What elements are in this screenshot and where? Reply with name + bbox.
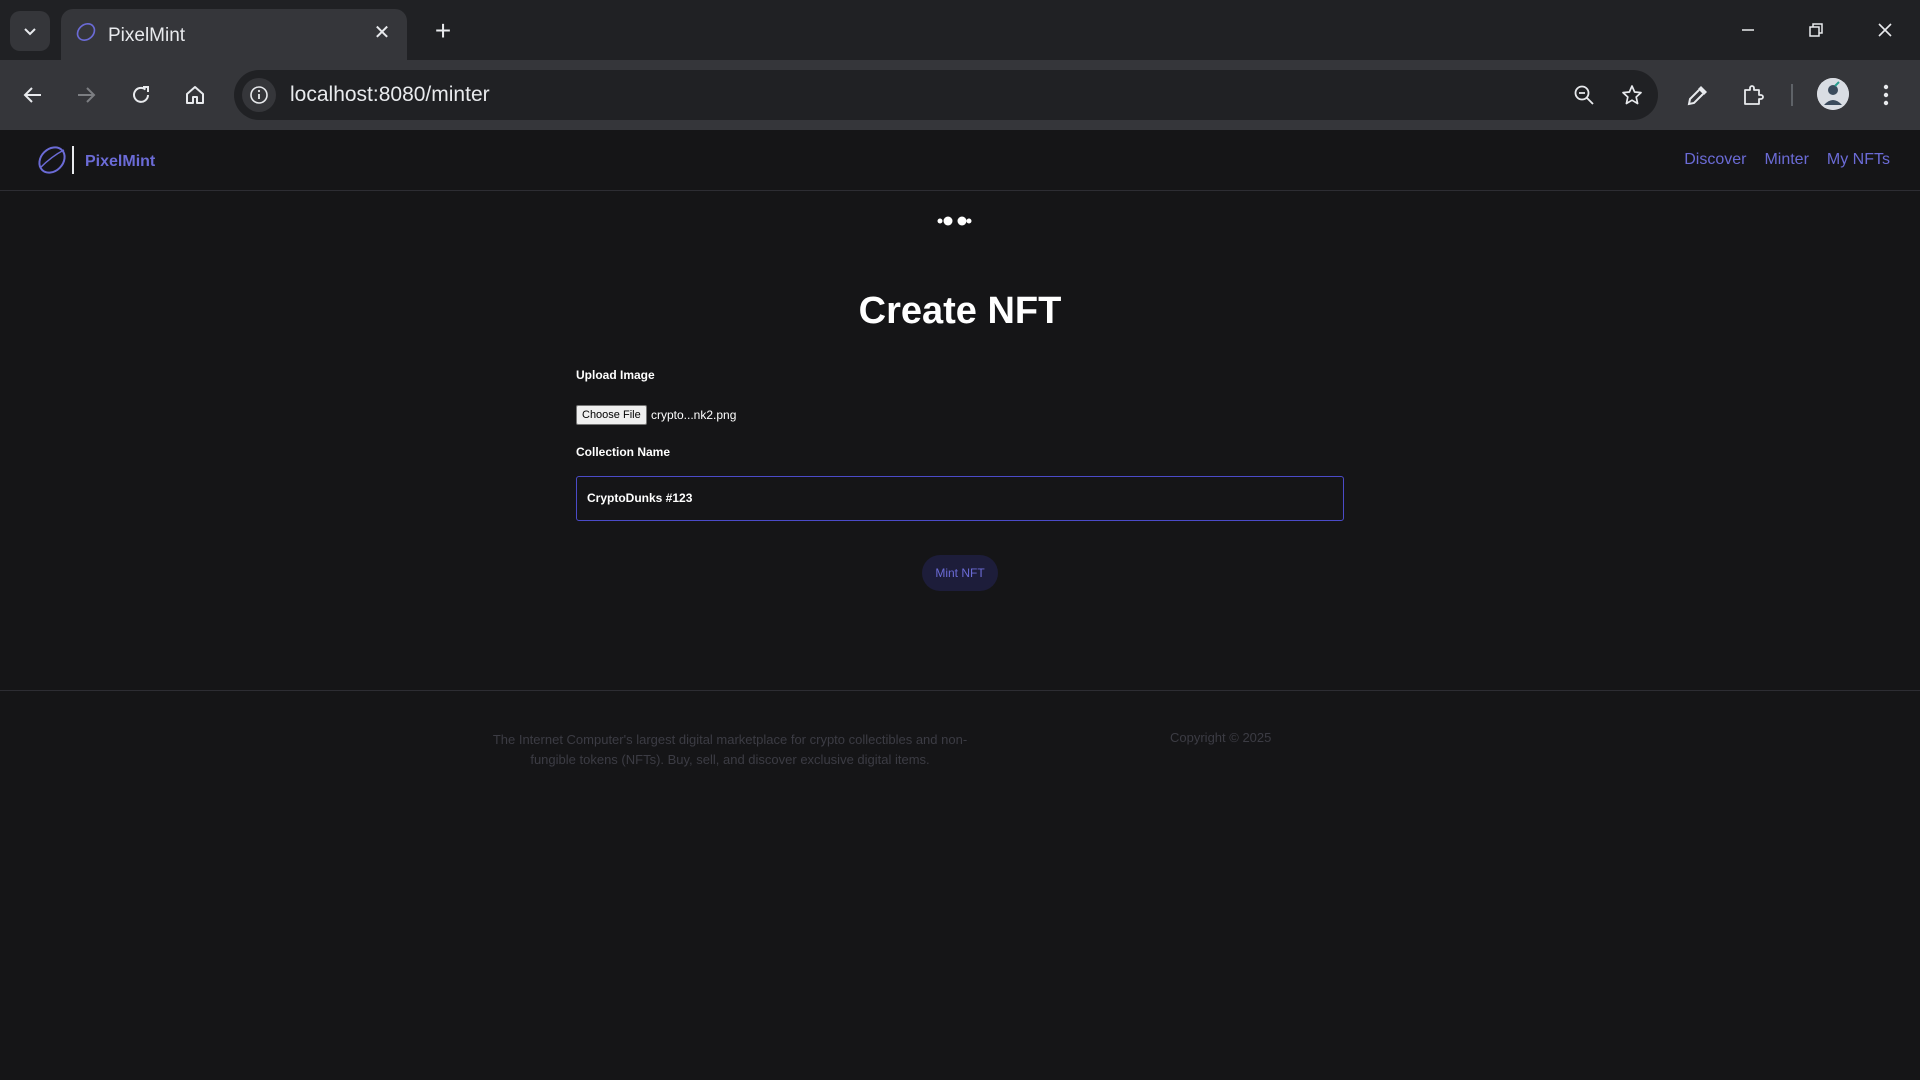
- collection-name-label: Collection Name: [576, 445, 671, 459]
- browser-menu-button[interactable]: [1866, 75, 1906, 115]
- restore-button[interactable]: [1786, 8, 1846, 52]
- collection-name-input[interactable]: CryptoDunks #123: [576, 476, 1344, 521]
- page-content: PixelMint Discover Minter My NFTs Create…: [0, 130, 1920, 1076]
- nav-link-discover[interactable]: Discover: [1684, 151, 1746, 169]
- minimize-icon: [1742, 29, 1754, 31]
- info-icon: [250, 86, 268, 104]
- browser-toolbar: localhost:8080/minter: [0, 60, 1920, 130]
- more-vertical-icon: [1883, 84, 1889, 106]
- restore-icon: [1809, 23, 1823, 37]
- loading-indicator: [937, 216, 972, 226]
- browser-tab-bar: PixelMint ✕ +: [0, 0, 1920, 60]
- footer-divider: [0, 690, 1920, 691]
- star-icon: [1622, 85, 1642, 105]
- new-tab-button[interactable]: +: [425, 13, 461, 49]
- minimize-button[interactable]: [1718, 8, 1778, 52]
- close-icon: [1878, 23, 1892, 37]
- forward-button[interactable]: [66, 75, 106, 115]
- browser-tab[interactable]: PixelMint ✕: [61, 9, 407, 60]
- pixelmint-logo-icon: [76, 23, 96, 41]
- site-navbar: PixelMint Discover Minter My NFTs: [0, 130, 1920, 191]
- home-icon: [186, 86, 204, 104]
- bookmark-button[interactable]: [1617, 80, 1647, 110]
- nav-link-my-nfts[interactable]: My NFTs: [1827, 151, 1890, 169]
- arrow-right-icon: [78, 87, 96, 103]
- eyedropper-button[interactable]: [1678, 75, 1718, 115]
- nav-link-minter[interactable]: Minter: [1764, 151, 1808, 169]
- arrow-left-icon: [23, 87, 41, 103]
- chevron-down-icon: [24, 28, 36, 36]
- page-title: Create NFT: [858, 290, 1062, 332]
- close-tab-icon[interactable]: ✕: [369, 19, 395, 45]
- home-button[interactable]: [175, 75, 215, 115]
- puzzle-icon: [1744, 85, 1764, 105]
- nav-links: Discover Minter My NFTs: [1684, 151, 1890, 169]
- footer-description: The Internet Computer's largest digital …: [492, 732, 968, 767]
- toolbar-separator: [1791, 84, 1793, 106]
- extensions-button[interactable]: [1733, 75, 1773, 115]
- footer-copyright: Copyright © 2025: [1170, 730, 1272, 745]
- zoom-button[interactable]: [1569, 80, 1599, 110]
- address-bar[interactable]: localhost:8080/minter: [234, 70, 1658, 120]
- zoom-out-icon: [1574, 85, 1594, 105]
- choose-file-button[interactable]: Choose File: [576, 405, 647, 425]
- tab-title: PixelMint: [108, 25, 186, 46]
- reload-icon: [133, 86, 149, 103]
- profile-avatar[interactable]: [1817, 78, 1849, 110]
- back-button[interactable]: [13, 75, 53, 115]
- pixelmint-logo-icon[interactable]: [36, 142, 68, 178]
- mint-nft-button[interactable]: Mint NFT: [922, 555, 998, 591]
- close-window-button[interactable]: [1855, 8, 1915, 52]
- brand-divider: [72, 146, 74, 174]
- brand-name[interactable]: PixelMint: [85, 153, 155, 171]
- tab-search-button[interactable]: [10, 11, 50, 51]
- avatar-icon: [1817, 78, 1849, 110]
- eyedropper-icon: [1687, 86, 1707, 106]
- upload-image-label: Upload Image: [576, 368, 655, 382]
- url-text[interactable]: localhost:8080/minter: [290, 83, 490, 107]
- site-info-button[interactable]: [242, 78, 276, 112]
- selected-file-name: crypto...nk2.png: [651, 408, 737, 422]
- reload-button[interactable]: [121, 75, 161, 115]
